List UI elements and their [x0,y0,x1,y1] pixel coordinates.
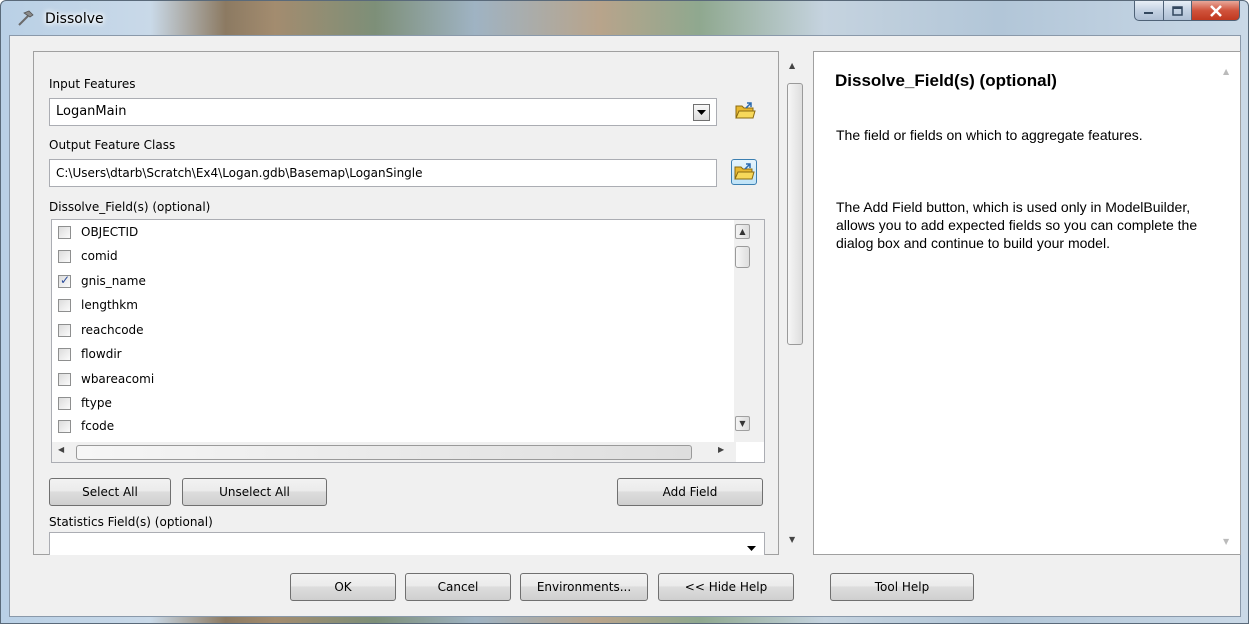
scroll-down-button[interactable]: ▼ [735,416,750,431]
help-paragraph: The field or fields on which to aggregat… [836,127,1143,143]
unselect-all-button[interactable]: Unselect All [182,478,327,506]
chevron-down-icon[interactable] [747,541,756,555]
ok-button[interactable]: OK [290,573,396,601]
select-all-button[interactable]: Select All [49,478,171,506]
scroll-up-button[interactable]: ▲ [735,224,750,239]
add-field-button[interactable]: Add Field [617,478,763,506]
output-feature-class-value: C:\Users\dtarb\Scratch\Ex4\Logan.gdb\Bas… [56,166,423,180]
dissolve-window: Dissolve Input Features LoganMain Output… [0,0,1249,624]
field-name: OBJECTID [81,225,139,239]
checkbox[interactable] [58,372,71,386]
list-vertical-scrollbar[interactable]: ▲ ▼ [734,220,764,442]
input-features-browse-button[interactable] [732,98,758,124]
arrow-down-icon: ▼ [739,419,746,428]
statistics-fields-label: Statistics Field(s) (optional) [49,515,213,529]
list-item[interactable]: ftype [58,391,112,415]
checkbox[interactable] [58,347,71,361]
hammer-icon [18,10,34,26]
list-horizontal-scrollbar[interactable]: ◀ ▶ [52,442,736,462]
list-item[interactable]: lengthkm [58,293,138,317]
tool-help-button[interactable]: Tool Help [830,573,974,601]
field-name: ftype [81,396,112,410]
list-item[interactable]: gnis_name [58,269,146,293]
chevron-down-icon [697,109,706,115]
scroll-thumb[interactable] [787,83,803,345]
folder-open-icon [734,163,755,180]
output-feature-class-input[interactable]: C:\Users\dtarb\Scratch\Ex4\Logan.gdb\Bas… [49,159,717,187]
title-bar[interactable]: Dissolve [1,1,1248,35]
help-paragraph: The Add Field button, which is used only… [836,199,1198,251]
checkbox[interactable] [58,273,71,288]
checkbox[interactable] [58,298,71,312]
field-name: lengthkm [81,298,138,312]
statistics-fields-dropdown[interactable] [49,532,765,555]
field-name: fcode [81,419,115,433]
scroll-thumb[interactable] [76,445,692,460]
arrow-down-icon[interactable]: ▼ [789,535,795,544]
cancel-button[interactable]: Cancel [405,573,511,601]
checkbox[interactable] [58,323,71,337]
parameters-vertical-scrollbar[interactable]: ▲ ▼ [781,51,809,555]
list-item[interactable]: reachcode [58,318,144,342]
field-name: gnis_name [81,274,146,288]
help-title: Dissolve_Field(s) (optional) [835,71,1057,90]
checkbox[interactable] [58,225,71,239]
hide-help-button[interactable]: << Hide Help [658,573,794,601]
checkbox[interactable] [58,249,71,263]
window-controls [1134,1,1240,23]
field-name: flowdir [81,347,122,361]
list-item[interactable]: fcode [58,416,114,436]
minimize-button[interactable] [1134,1,1164,21]
input-features-label: Input Features [49,77,136,91]
arrow-up-icon: ▲ [739,227,746,236]
list-item[interactable]: flowdir [58,342,122,366]
maximize-icon [1171,5,1183,16]
help-scroll-down-icon[interactable]: ▼ [1223,537,1229,546]
input-features-value: LoganMain [56,104,127,119]
folder-open-icon [735,102,756,119]
dissolve-fields-label: Dissolve_Field(s) (optional) [49,200,211,214]
checkbox[interactable] [58,419,71,433]
input-features-dropdown[interactable]: LoganMain [49,98,717,126]
maximize-button[interactable] [1164,1,1192,21]
environments-button[interactable]: Environments... [520,573,648,601]
input-features-dropdown-button[interactable] [693,104,710,121]
output-feature-class-browse-button[interactable] [731,159,757,185]
field-name: comid [81,249,118,263]
list-item[interactable]: wbareacomi [58,367,154,391]
help-scroll-up-icon[interactable]: ▲ [1223,67,1229,76]
field-name: wbareacomi [81,372,155,386]
list-item[interactable]: OBJECTID [58,220,138,244]
window-title: Dissolve [45,11,104,27]
arrow-up-icon[interactable]: ▲ [789,61,795,70]
arrow-left-icon[interactable]: ◀ [58,445,64,454]
scroll-thumb[interactable] [735,246,750,268]
minimize-icon [1144,11,1153,14]
checkbox[interactable] [58,396,71,410]
arrow-right-icon[interactable]: ▶ [718,445,724,454]
output-feature-class-label: Output Feature Class [49,138,176,152]
list-item[interactable]: comid [58,244,118,268]
dissolve-fields-list[interactable]: OBJECTID comid gnis_name lengthkm reachc… [51,219,765,463]
field-name: reachcode [81,323,144,337]
close-icon [1209,4,1222,17]
close-button[interactable] [1192,1,1240,21]
